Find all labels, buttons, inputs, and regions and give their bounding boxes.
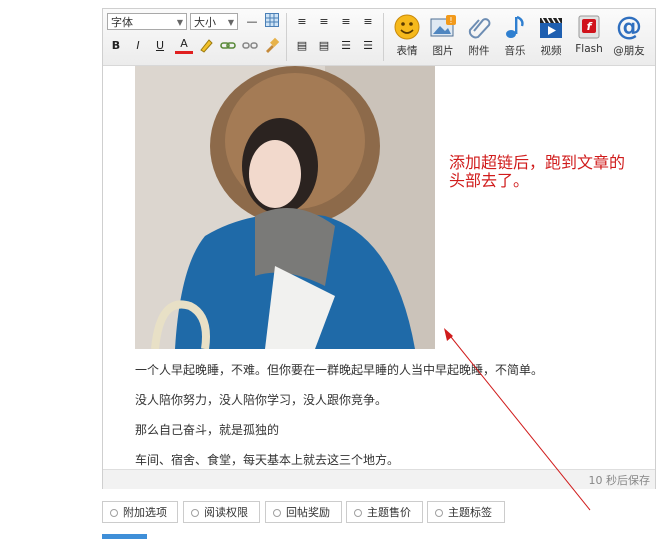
accent-bar <box>102 534 147 539</box>
bullet-icon <box>191 509 199 517</box>
tab-label: 阅读权限 <box>204 506 248 519</box>
tab-read-permission[interactable]: 阅读权限 <box>183 501 260 523</box>
bullet-icon <box>435 509 443 517</box>
tab-label: 主题标签 <box>448 506 492 519</box>
bullet-icon <box>110 509 118 517</box>
tab-label: 附加选项 <box>123 506 167 519</box>
tab-extra-options[interactable]: 附加选项 <box>102 501 178 523</box>
tab-thread-tags[interactable]: 主题标签 <box>427 501 505 523</box>
tab-label: 主题售价 <box>367 506 411 519</box>
tab-thread-price[interactable]: 主题售价 <box>346 501 423 523</box>
tab-label: 回帖奖励 <box>286 506 330 519</box>
bullet-icon <box>273 509 281 517</box>
annotation-arrow <box>444 328 591 511</box>
bullet-icon <box>354 509 362 517</box>
tab-reply-reward[interactable]: 回帖奖励 <box>265 501 342 523</box>
